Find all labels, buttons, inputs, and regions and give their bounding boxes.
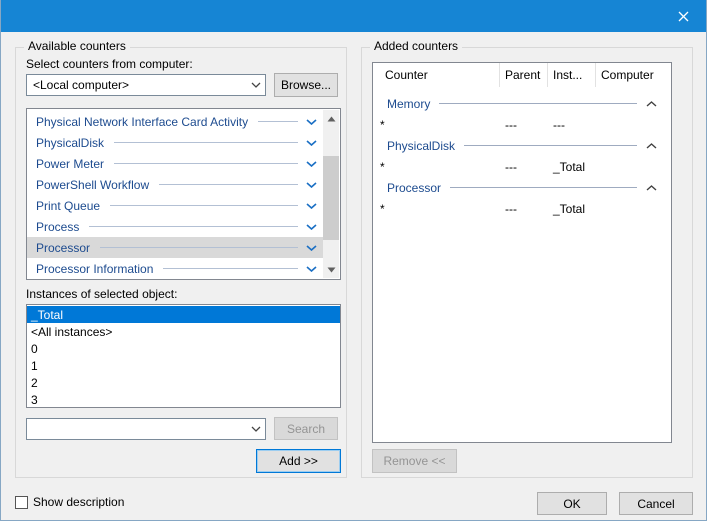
instance-row[interactable]: 0	[27, 340, 340, 357]
divider	[163, 268, 298, 269]
browse-button[interactable]: Browse...	[274, 73, 338, 97]
show-description-checkbox[interactable]	[15, 496, 28, 509]
instance-search-input[interactable]	[27, 419, 246, 439]
chevron-down-icon[interactable]	[306, 245, 317, 251]
counter-row[interactable]: Power Meter	[27, 153, 323, 174]
divider	[258, 121, 298, 122]
instance-row[interactable]: 1	[27, 357, 340, 374]
chevron-down-icon[interactable]	[306, 224, 317, 230]
cell-parent: ---	[500, 160, 548, 174]
added-counters-group: Added counters Counter Parent Inst... Co…	[361, 47, 693, 478]
scroll-up-icon[interactable]	[323, 110, 339, 127]
table-body: Memory * --- --- PhysicalDisk *	[373, 87, 671, 219]
chevron-down-icon[interactable]	[246, 419, 265, 439]
cancel-button[interactable]: Cancel	[619, 492, 693, 515]
remove-button[interactable]: Remove <<	[372, 449, 457, 473]
divider	[110, 205, 298, 206]
divider	[439, 103, 637, 104]
instance-row-selected[interactable]: _Total	[27, 306, 340, 323]
table-row[interactable]: * --- _Total	[373, 156, 671, 177]
counter-group-name: Processor	[387, 181, 441, 195]
counter-label: Print Queue	[36, 199, 100, 213]
chevron-down-icon[interactable]	[306, 203, 317, 209]
counter-group-name: PhysicalDisk	[387, 139, 455, 153]
instance-row[interactable]: 2	[27, 374, 340, 391]
column-header-parent[interactable]: Parent	[500, 63, 548, 87]
close-button[interactable]	[660, 0, 706, 32]
counter-label: PhysicalDisk	[36, 136, 104, 150]
chevron-up-icon[interactable]	[646, 143, 657, 149]
close-icon	[678, 11, 689, 22]
chevron-up-icon[interactable]	[646, 101, 657, 107]
divider	[89, 226, 298, 227]
counter-row[interactable]: PowerShell Workflow	[27, 174, 323, 195]
chevron-down-icon[interactable]	[306, 182, 317, 188]
chevron-up-icon[interactable]	[646, 185, 657, 191]
cell-counter: *	[373, 202, 500, 216]
add-button[interactable]: Add >>	[256, 449, 341, 473]
scroll-down-icon[interactable]	[323, 261, 339, 278]
instance-search-combobox[interactable]	[26, 418, 266, 440]
counter-label: Process	[36, 220, 79, 234]
cell-instance: _Total	[548, 160, 596, 174]
counter-label: Physical Network Interface Card Activity	[36, 115, 248, 129]
counter-group-name: Memory	[387, 97, 430, 111]
cell-counter: *	[373, 160, 500, 174]
instances-list: _Total <All instances> 0 1 2 3	[26, 304, 341, 408]
cell-instance: ---	[548, 118, 596, 132]
counters-list: Physical Network Interface Card Activity…	[26, 108, 341, 280]
counter-group-row[interactable]: PhysicalDisk	[373, 135, 671, 156]
chevron-down-icon[interactable]	[306, 140, 317, 146]
chevron-down-icon[interactable]	[306, 266, 317, 272]
column-header-instance[interactable]: Inst...	[548, 63, 596, 87]
counter-row[interactable]: Print Queue	[27, 195, 323, 216]
added-counters-table: Counter Parent Inst... Computer Memory *…	[372, 62, 672, 443]
add-counters-dialog: Available counters Select counters from …	[0, 0, 707, 521]
counter-row[interactable]: Process	[27, 216, 323, 237]
select-computer-label: Select counters from computer:	[26, 57, 193, 71]
table-header: Counter Parent Inst... Computer	[373, 63, 671, 87]
instance-row[interactable]: 3	[27, 391, 340, 408]
divider	[114, 163, 298, 164]
titlebar	[1, 0, 706, 32]
counter-group-row[interactable]: Processor	[373, 177, 671, 198]
scrollbar-thumb[interactable]	[323, 156, 339, 240]
computer-combobox-value: <Local computer>	[27, 78, 246, 92]
chevron-down-icon[interactable]	[306, 161, 317, 167]
available-counters-group-label: Available counters	[24, 39, 130, 53]
search-button[interactable]: Search	[274, 417, 338, 440]
cell-parent: ---	[500, 118, 548, 132]
counter-label: Processor Information	[36, 262, 153, 276]
instances-label: Instances of selected object:	[26, 287, 177, 301]
chevron-down-icon[interactable]	[246, 75, 265, 95]
table-row[interactable]: * --- ---	[373, 114, 671, 135]
available-counters-group: Available counters Select counters from …	[15, 47, 347, 478]
divider	[464, 145, 637, 146]
vertical-scrollbar[interactable]	[323, 110, 339, 278]
cell-instance: _Total	[548, 202, 596, 216]
divider	[100, 247, 298, 248]
divider	[159, 184, 298, 185]
divider	[114, 142, 298, 143]
table-row[interactable]: * --- _Total	[373, 198, 671, 219]
counter-label: PowerShell Workflow	[36, 178, 149, 192]
column-header-counter[interactable]: Counter	[373, 63, 500, 87]
added-counters-group-label: Added counters	[370, 39, 462, 53]
cell-counter: *	[373, 118, 500, 132]
show-description-label: Show description	[33, 495, 124, 509]
column-header-computer[interactable]: Computer	[596, 63, 671, 87]
computer-combobox[interactable]: <Local computer>	[26, 74, 266, 96]
ok-button[interactable]: OK	[537, 492, 607, 515]
cell-parent: ---	[500, 202, 548, 216]
counter-row[interactable]: Physical Network Interface Card Activity	[27, 111, 323, 132]
counter-group-row[interactable]: Memory	[373, 93, 671, 114]
counter-row[interactable]: PhysicalDisk	[27, 132, 323, 153]
counter-row[interactable]: Processor Information	[27, 258, 323, 279]
counter-row-selected[interactable]: Processor	[27, 237, 323, 258]
chevron-down-icon[interactable]	[306, 119, 317, 125]
instance-row[interactable]: <All instances>	[27, 323, 340, 340]
counter-label: Processor	[36, 241, 90, 255]
divider	[450, 187, 637, 188]
counter-label: Power Meter	[36, 157, 104, 171]
